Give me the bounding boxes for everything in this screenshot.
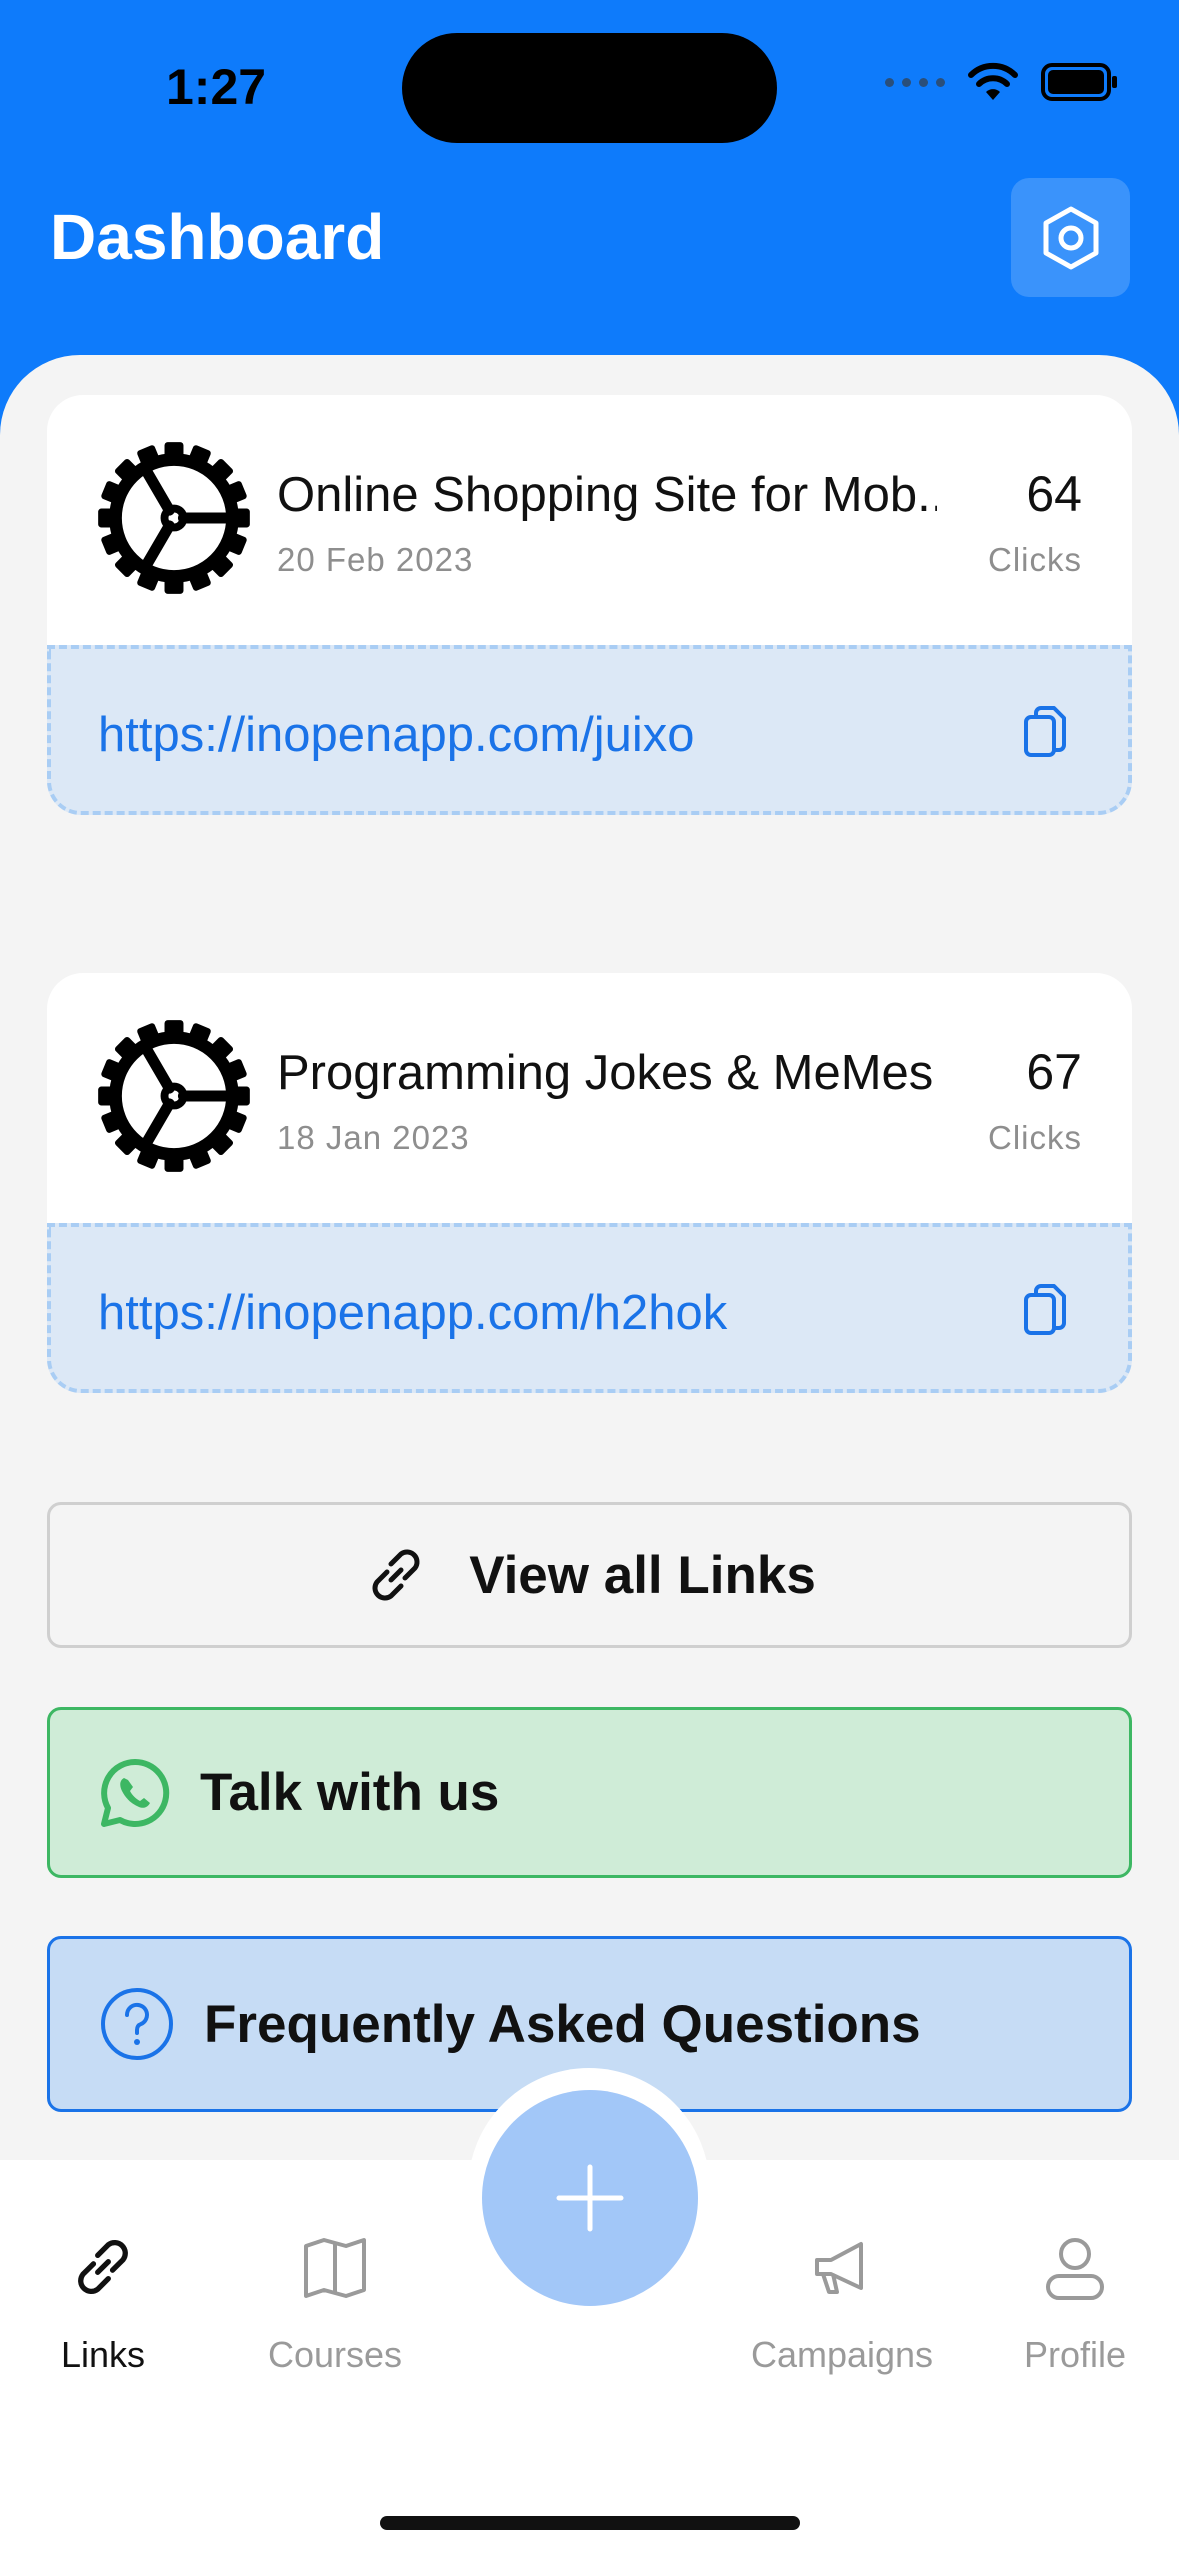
settings-button[interactable] <box>1011 178 1130 297</box>
dynamic-island <box>402 33 777 143</box>
battery-icon <box>1041 63 1117 101</box>
link-url[interactable]: https://inopenapp.com/juixo <box>98 707 695 763</box>
status-time: 1:27 <box>166 59 267 115</box>
megaphone-icon <box>815 2242 863 2294</box>
tab-profile[interactable]: Profile <box>945 2232 1179 2376</box>
link-url-row: https://inopenapp.com/juixo <box>47 645 1132 815</box>
wifi-icon <box>968 62 1018 100</box>
faq-label: Frequently Asked Questions <box>204 1994 921 2054</box>
link-url-row: https://inopenapp.com/h2hok <box>47 1223 1132 1393</box>
copy-icon[interactable] <box>1022 705 1070 761</box>
tab-label: Campaigns <box>750 2334 934 2375</box>
link-card[interactable]: Online Shopping Site for Mob... 20 Feb 2… <box>47 395 1132 815</box>
click-count-label: Clicks <box>988 1119 1082 1156</box>
user-icon <box>1046 2238 1104 2300</box>
tab-label: Courses <box>267 2334 403 2375</box>
link-date: 20 Feb 2023 <box>277 541 474 578</box>
view-all-links-button[interactable]: View all Links <box>47 1502 1132 1648</box>
link-date: 18 Jan 2023 <box>277 1119 470 1156</box>
talk-with-us-label: Talk with us <box>200 1763 500 1822</box>
tab-links[interactable]: Links <box>0 2232 233 2376</box>
settings-icon <box>1043 206 1098 269</box>
link-card-header: Programming Jokes & MeMes... 18 Jan 2023… <box>47 973 1132 1223</box>
link-url[interactable]: https://inopenapp.com/h2hok <box>98 1285 727 1341</box>
link-title: Online Shopping Site for Mob... <box>277 468 937 522</box>
question-icon <box>101 1988 173 2060</box>
tab-campaigns[interactable]: Campaigns <box>712 2232 972 2376</box>
book-icon <box>304 2238 366 2298</box>
tab-label: Links <box>60 2334 146 2375</box>
click-count: 64 <box>1026 466 1082 522</box>
click-count-label: Clicks <box>988 541 1082 578</box>
status-icons <box>885 62 1119 102</box>
add-button[interactable] <box>482 2090 698 2306</box>
link-icon <box>372 1549 420 1601</box>
copy-icon[interactable] <box>1022 1283 1070 1339</box>
page-title: Dashboard <box>50 201 385 273</box>
link-icon <box>78 2239 128 2295</box>
tab-label: Profile <box>1023 2334 1127 2375</box>
cellular-icon <box>885 77 945 87</box>
plus-icon <box>556 2164 624 2232</box>
tab-courses[interactable]: Courses <box>205 2232 465 2376</box>
gear-icon <box>98 1020 250 1172</box>
link-card-header: Online Shopping Site for Mob... 20 Feb 2… <box>47 395 1132 645</box>
link-title: Programming Jokes & MeMes... <box>277 1046 937 1100</box>
click-count: 67 <box>1026 1044 1082 1100</box>
gear-icon <box>98 442 250 594</box>
link-card[interactable]: Programming Jokes & MeMes... 18 Jan 2023… <box>47 973 1132 1393</box>
home-indicator <box>380 2516 800 2530</box>
talk-with-us-button[interactable]: Talk with us <box>47 1707 1132 1878</box>
view-all-links-label: View all Links <box>469 1545 816 1605</box>
whatsapp-icon <box>101 1758 170 1827</box>
